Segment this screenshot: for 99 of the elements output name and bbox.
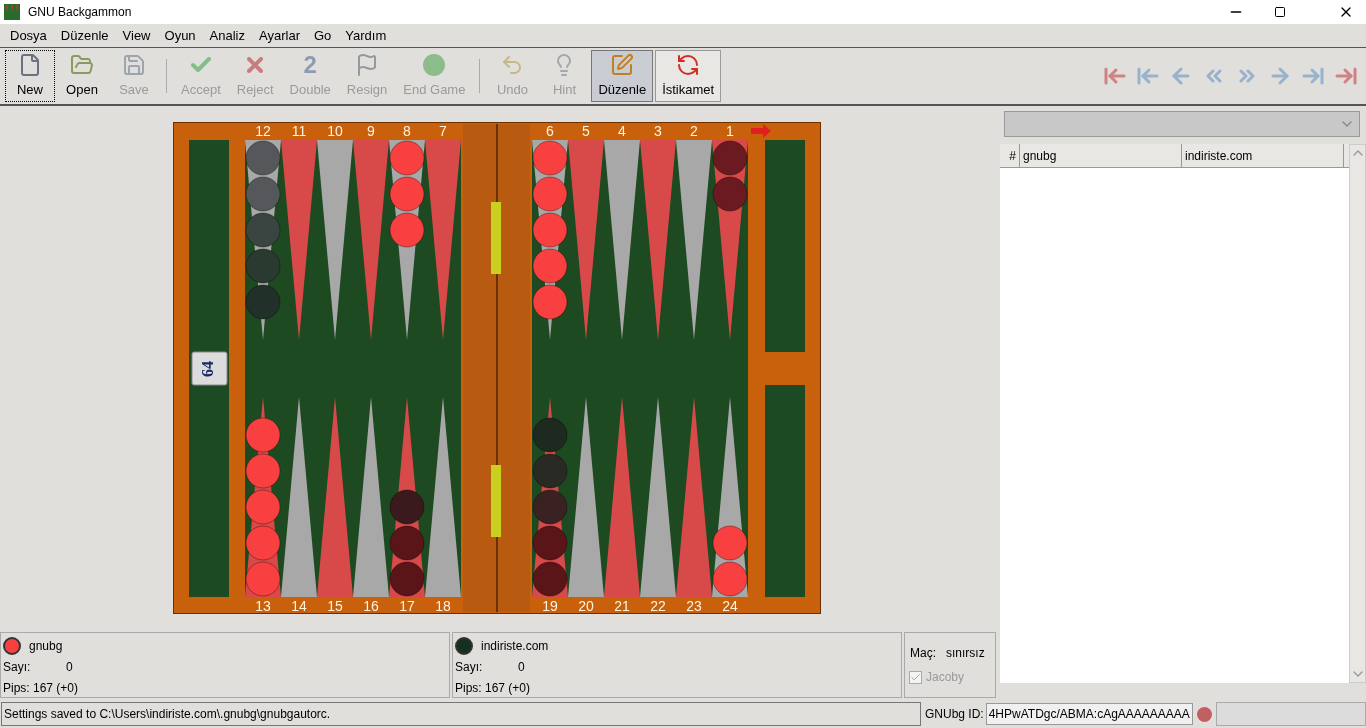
- point-number: 3: [654, 123, 662, 139]
- menu-item[interactable]: View: [122, 25, 151, 46]
- score-value: 0: [66, 659, 73, 676]
- match-label: Maç:: [910, 645, 936, 662]
- notepad-pencil-icon: [610, 52, 635, 77]
- checker[interactable]: [389, 489, 425, 525]
- checker[interactable]: [245, 561, 281, 597]
- pip-count: Pips: 167 (+0): [455, 680, 532, 697]
- checker[interactable]: [532, 140, 568, 176]
- column-header[interactable]: #: [1000, 144, 1020, 167]
- checker[interactable]: [389, 140, 425, 176]
- checker[interactable]: [532, 176, 568, 212]
- status-message: Settings saved to C:\Users\indiriste.com\.gnubg\gnubgautorc.: [1, 702, 921, 726]
- checker[interactable]: [245, 489, 281, 525]
- checker[interactable]: [389, 525, 425, 561]
- checker[interactable]: [532, 284, 568, 320]
- menu-item[interactable]: Yardım: [345, 25, 387, 46]
- checker[interactable]: [532, 453, 568, 489]
- point-number: 2: [690, 123, 698, 139]
- point-number: 22: [650, 598, 666, 614]
- score-label: Sayı:: [455, 659, 484, 676]
- player-name: gnubg: [29, 637, 63, 655]
- point-number: 8: [403, 123, 411, 139]
- score-value: 0: [518, 659, 525, 676]
- doubling-cube[interactable]: 64: [191, 351, 228, 386]
- checker[interactable]: [712, 176, 748, 212]
- toolbar-button[interactable]: Düzenle: [591, 50, 654, 102]
- check-icon: [910, 671, 921, 683]
- menu-item[interactable]: Go: [313, 25, 332, 46]
- save-icon: [122, 52, 146, 77]
- menu-item[interactable]: Düzenle: [60, 25, 109, 46]
- point-number: 10: [327, 123, 343, 139]
- checker[interactable]: [245, 453, 281, 489]
- pip-count: Pips: 167 (+0): [3, 680, 80, 697]
- checker[interactable]: [245, 212, 281, 248]
- checker[interactable]: [532, 489, 568, 525]
- document-icon: [18, 52, 42, 77]
- point-number: 14: [291, 598, 307, 614]
- point-number: 23: [686, 598, 702, 614]
- checker[interactable]: [532, 561, 568, 597]
- point-number: 18: [435, 598, 451, 614]
- point-number: 19: [542, 598, 558, 614]
- checker[interactable]: [712, 140, 748, 176]
- checker[interactable]: [245, 284, 281, 320]
- stop-icon[interactable]: [1196, 706, 1212, 722]
- checker[interactable]: [532, 525, 568, 561]
- score-label: Sayı:: [3, 659, 32, 676]
- circular-arrows-icon: [676, 52, 701, 77]
- toolbar-button[interactable]: New: [5, 50, 55, 102]
- checker[interactable]: [245, 140, 281, 176]
- checker[interactable]: [712, 561, 748, 597]
- point-number: 24: [722, 598, 738, 614]
- checker[interactable]: [389, 176, 425, 212]
- ball-icon: [422, 52, 447, 77]
- hinge: [491, 465, 501, 537]
- hinge: [491, 202, 501, 274]
- restore-icon[interactable]: [1274, 6, 1286, 18]
- scrollbar[interactable]: [1349, 144, 1366, 683]
- point-number: 20: [578, 598, 594, 614]
- checker[interactable]: [532, 248, 568, 284]
- position-id-field[interactable]: 4HPwATDgc/ABMA:cAgAAAAAAAAA: [985, 703, 1193, 725]
- player-name: indiriste.com: [481, 637, 549, 655]
- point-number: 21: [614, 598, 630, 614]
- match-length: sınırsız: [946, 645, 985, 662]
- point-number: 16: [363, 598, 379, 614]
- checker[interactable]: [532, 417, 568, 453]
- checker[interactable]: [389, 212, 425, 248]
- point-number: 17: [399, 598, 415, 614]
- point-number: 6: [546, 123, 554, 139]
- point-number: 1: [726, 123, 734, 139]
- checker[interactable]: [712, 525, 748, 561]
- checker[interactable]: [245, 248, 281, 284]
- menu-item[interactable]: Dosya: [10, 25, 47, 46]
- point-number: 12: [255, 123, 271, 139]
- checker[interactable]: [245, 525, 281, 561]
- point-number: 11: [291, 123, 307, 139]
- point-number: 13: [255, 598, 271, 614]
- checker[interactable]: [245, 417, 281, 453]
- digit-icon: 2: [303, 52, 317, 77]
- toolbar-button[interactable]: İstikamet: [655, 50, 722, 102]
- point-number: 4: [618, 123, 626, 139]
- folder-icon: [70, 52, 94, 77]
- point-number: 9: [367, 123, 375, 139]
- direction-arrow-icon: [751, 124, 771, 138]
- menu-item[interactable]: Ayarlar: [259, 25, 300, 46]
- point-number: 5: [582, 123, 590, 139]
- menu-item[interactable]: Analiz: [209, 25, 245, 46]
- checker[interactable]: [389, 561, 425, 597]
- id-label: GNUbg ID:: [925, 706, 984, 723]
- app-logo-icon: [4, 4, 20, 20]
- checker[interactable]: [245, 176, 281, 212]
- menu-item[interactable]: Oyun: [164, 25, 196, 46]
- point-number: 7: [439, 123, 447, 139]
- column-header[interactable]: gnubg: [1020, 144, 1182, 167]
- window-title: GNU Backgammon: [28, 4, 132, 21]
- column-header[interactable]: indiriste.com: [1182, 144, 1344, 167]
- toolbar-button[interactable]: Open: [57, 50, 107, 102]
- checker[interactable]: [532, 212, 568, 248]
- point-number: 15: [327, 598, 343, 614]
